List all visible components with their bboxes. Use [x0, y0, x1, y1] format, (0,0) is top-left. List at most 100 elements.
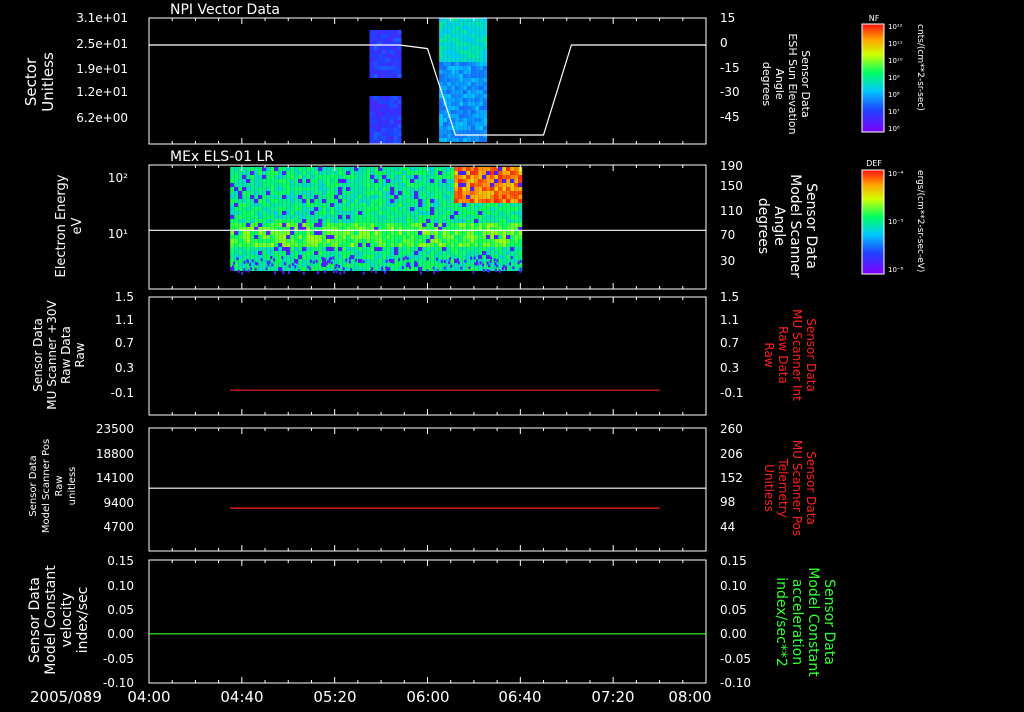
panel2-heat-cell — [310, 191, 315, 195]
panel2-heat-cell — [346, 219, 351, 223]
panel2-heat-cell — [294, 175, 299, 179]
panel1-heat-cell — [459, 86, 464, 90]
panel2-heat-cell — [238, 175, 243, 179]
panel2-heat-speck — [433, 270, 436, 274]
panel1-heat-cell — [369, 70, 374, 74]
panel2-heat-cell — [378, 187, 383, 191]
panel2-heat-cell — [230, 235, 235, 239]
panel2-heat-cell — [366, 187, 371, 191]
panel2-heat-cell — [326, 199, 331, 203]
panel2-heat-cell — [354, 187, 359, 191]
panel2-heat-cell — [254, 199, 259, 203]
panel2-heat-cell — [430, 175, 435, 179]
panel2-heat-cell — [506, 211, 511, 215]
panel2-heat-cell — [242, 219, 247, 223]
panel2-heat-cell — [286, 239, 291, 243]
panel1-heat-cell — [447, 134, 452, 138]
panel2-heat-cell — [362, 255, 367, 259]
panel2-heat-cell — [262, 179, 267, 183]
panel1-heat-cell — [447, 46, 452, 50]
panel2-heat-cell — [350, 211, 355, 215]
panel2-heat-cell — [410, 259, 415, 263]
panel2-heat-cell — [370, 223, 375, 227]
panel2-heat-cell — [498, 191, 503, 195]
panel5-ylabel-right-1: Sensor Data — [821, 579, 837, 665]
panel2-heat-speck — [254, 261, 257, 265]
panel2-heat-cell — [326, 179, 331, 183]
panel2-heat-cell — [394, 239, 399, 243]
xtick-label-2: 04:40 — [220, 688, 263, 706]
panel2-heat-cell — [434, 195, 439, 199]
panel2-heat-cell — [362, 267, 367, 271]
panel2-heat-cell — [390, 219, 395, 223]
panel1-heat-cell — [455, 82, 460, 86]
panel1-heat-cell — [385, 74, 390, 78]
panel1-heat-cell — [397, 124, 402, 128]
panel1-heat-cell — [467, 130, 472, 134]
panel2-heat-cell — [426, 183, 431, 187]
panel1-heat-cell — [475, 46, 480, 50]
panel2-heat-cell — [486, 247, 491, 251]
panel1-heat-cell — [483, 30, 488, 34]
colorbar-nf-tag: NF — [869, 14, 880, 23]
panel1-heat-cell — [443, 30, 448, 34]
panel2-heat-cell — [510, 171, 515, 175]
panel2-heat-cell — [414, 191, 419, 195]
panel1-heat-cell — [459, 18, 464, 22]
panel2-heat-cell — [274, 191, 279, 195]
panel1-heat-cell — [369, 58, 374, 62]
panel1-heat-cell — [483, 118, 488, 122]
panel2-heat-cell — [366, 259, 371, 263]
panel2-heat-cell — [318, 215, 323, 219]
panel2-heat-cell — [354, 223, 359, 227]
panel2-heat-cell — [282, 207, 287, 211]
panel2-heat-cell — [350, 171, 355, 175]
panel2-heat-cell — [426, 219, 431, 223]
panel2-heat-cell — [398, 167, 403, 171]
panel2-heat-cell — [466, 187, 471, 191]
panel2-heat-cell — [282, 243, 287, 247]
panel1-heat-cell — [393, 124, 398, 128]
panel2-ytick-right-5: 30 — [720, 254, 735, 268]
panel2-heat-speck — [476, 259, 478, 263]
panel2-heat-cell — [406, 207, 411, 211]
panel1-heat-cell — [463, 26, 468, 30]
panel2-heat-cell — [426, 167, 431, 171]
panel1-heat-cell — [443, 74, 448, 78]
panel1-heat-cell — [373, 34, 378, 38]
panel1-heat-cell — [467, 78, 472, 82]
panel2-heat-cell — [494, 195, 499, 199]
panel2-heat-cell — [390, 187, 395, 191]
panel1-heat-cell — [377, 120, 382, 124]
panel1-heat-cell — [455, 18, 460, 22]
panel2-heat-speck — [493, 258, 496, 262]
panel2-heat-cell — [406, 231, 411, 235]
panel4-ytick-4: 9400 — [103, 496, 134, 510]
panel2-heat-cell — [246, 191, 251, 195]
panel2-heat-cell — [318, 235, 323, 239]
panel1-heat-cell — [377, 74, 382, 78]
panel1-heat-cell — [459, 38, 464, 42]
panel2-heat-cell — [246, 243, 251, 247]
panel2-heat-cell — [430, 167, 435, 171]
panel2-heat-cell — [458, 199, 463, 203]
panel2-ylabel-right-4: degrees — [755, 198, 771, 254]
panel1-heat-cell — [389, 128, 394, 132]
panel2-heat-cell — [306, 207, 311, 211]
panel1-heat-cell — [463, 138, 468, 142]
panel2-heat-cell — [334, 199, 339, 203]
panel2-heat-cell — [294, 203, 299, 207]
panel2-heat-cell — [270, 235, 275, 239]
panel1-title: NPI Vector Data — [170, 2, 280, 18]
panel2-heat-speck — [328, 257, 331, 261]
panel2-heat-cell — [482, 183, 487, 187]
panel2-heat-cell — [410, 175, 415, 179]
panel2-heat-cell — [346, 263, 351, 267]
panel1-heat-cell — [385, 38, 390, 42]
panel2-heat-cell — [366, 239, 371, 243]
panel1-heat-cell — [443, 38, 448, 42]
panel1-heat-cell — [451, 106, 456, 110]
panel2-heat-cell — [270, 267, 275, 271]
panel2-heat-cell — [242, 247, 247, 251]
panel2-heat-cell — [274, 171, 279, 175]
